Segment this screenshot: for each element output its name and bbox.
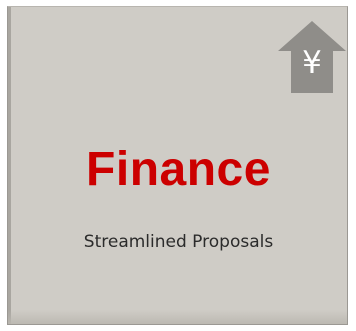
tile-title: Finance [86,143,271,196]
yen-house-icon: ¥ [277,19,347,95]
yen-symbol: ¥ [302,45,322,81]
tile-subtitle: Streamlined Proposals [83,232,274,252]
tile-bottom-shadow [8,310,347,324]
finance-tile[interactable]: ¥ Finance Streamlined Proposals [7,6,348,325]
